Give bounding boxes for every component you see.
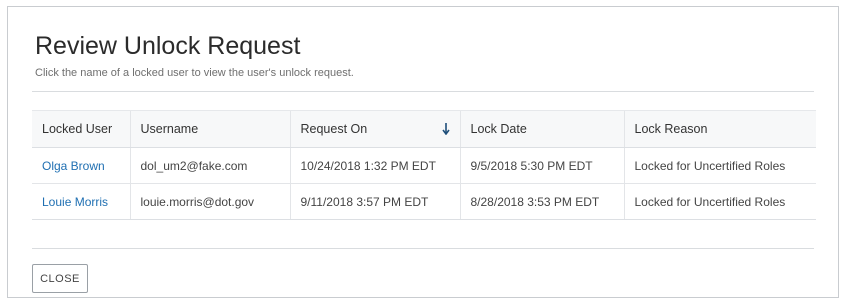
table-header-row: Locked User Username Request On Lock Dat…	[32, 110, 816, 148]
request-on-cell: 10/24/2018 1:32 PM EDT	[289, 147, 460, 184]
unlock-requests-table: Locked User Username Request On Lock Dat…	[32, 110, 816, 220]
column-header-request-on-label: Request On	[300, 122, 368, 136]
header-divider	[32, 91, 814, 92]
locked-user-link[interactable]: Olga Brown	[42, 159, 105, 173]
username-cell: louie.morris@dot.gov	[129, 183, 290, 220]
table-row: Olga Brown dol_um2@fake.com 10/24/2018 1…	[32, 147, 816, 184]
lock-reason-cell: Locked for Uncertified Roles	[623, 183, 816, 220]
dialog-title: Review Unlock Request	[35, 32, 301, 60]
column-header-request-on[interactable]: Request On	[289, 110, 460, 148]
locked-user-cell: Louie Morris	[32, 183, 130, 220]
dialog-header: Review Unlock Request Click the name of …	[35, 31, 814, 80]
table-row: Louie Morris louie.morris@dot.gov 9/11/2…	[32, 183, 816, 220]
review-unlock-dialog: Review Unlock Request Click the name of …	[7, 6, 839, 298]
request-on-cell: 9/11/2018 3:57 PM EDT	[289, 183, 460, 220]
column-header-username[interactable]: Username	[129, 110, 290, 148]
column-header-locked-user[interactable]: Locked User	[32, 110, 130, 148]
username-cell: dol_um2@fake.com	[129, 147, 290, 184]
close-button[interactable]: CLOSE	[32, 264, 88, 293]
footer-divider	[32, 248, 814, 249]
locked-user-cell: Olga Brown	[32, 147, 130, 184]
lock-date-cell: 9/5/2018 5:30 PM EDT	[459, 147, 624, 184]
dialog-subtitle: Click the name of a locked user to view …	[35, 67, 354, 79]
arrow-down-icon[interactable]	[441, 123, 450, 135]
lock-date-cell: 8/28/2018 3:53 PM EDT	[459, 183, 624, 220]
column-header-lock-date[interactable]: Lock Date	[459, 110, 624, 148]
column-header-lock-reason[interactable]: Lock Reason	[623, 110, 816, 148]
locked-user-link[interactable]: Louie Morris	[42, 195, 108, 209]
lock-reason-cell: Locked for Uncertified Roles	[623, 147, 816, 184]
